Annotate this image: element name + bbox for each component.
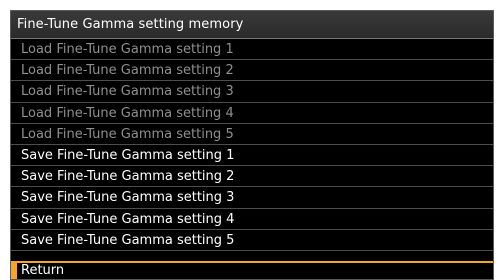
menu-title-bar: Fine-Tune Gamma setting memory — [11, 11, 493, 39]
gamma-memory-menu-panel: Fine-Tune Gamma setting memory Load Fine… — [10, 10, 494, 280]
menu-item-save-1[interactable]: Save Fine-Tune Gamma setting 1 — [11, 145, 493, 167]
menu-item-load-1[interactable]: Load Fine-Tune Gamma setting 1 — [11, 39, 493, 61]
menu-item-load-3[interactable]: Load Fine-Tune Gamma setting 3 — [11, 81, 493, 103]
menu-item-save-3[interactable]: Save Fine-Tune Gamma setting 3 — [11, 187, 493, 209]
menu-item-save-4[interactable]: Save Fine-Tune Gamma setting 4 — [11, 209, 493, 230]
menu-list: Load Fine-Tune Gamma setting 1 Load Fine… — [11, 39, 493, 251]
return-menu-item[interactable]: Return — [11, 261, 493, 279]
menu-item-save-5[interactable]: Save Fine-Tune Gamma setting 5 — [11, 230, 493, 251]
menu-item-save-2[interactable]: Save Fine-Tune Gamma setting 2 — [11, 166, 493, 188]
menu-title: Fine-Tune Gamma setting memory — [17, 17, 244, 32]
return-label: Return — [21, 263, 65, 278]
menu-item-load-4[interactable]: Load Fine-Tune Gamma setting 4 — [11, 103, 493, 124]
menu-item-load-2[interactable]: Load Fine-Tune Gamma setting 2 — [11, 60, 493, 82]
menu-item-load-5[interactable]: Load Fine-Tune Gamma setting 5 — [11, 124, 493, 145]
